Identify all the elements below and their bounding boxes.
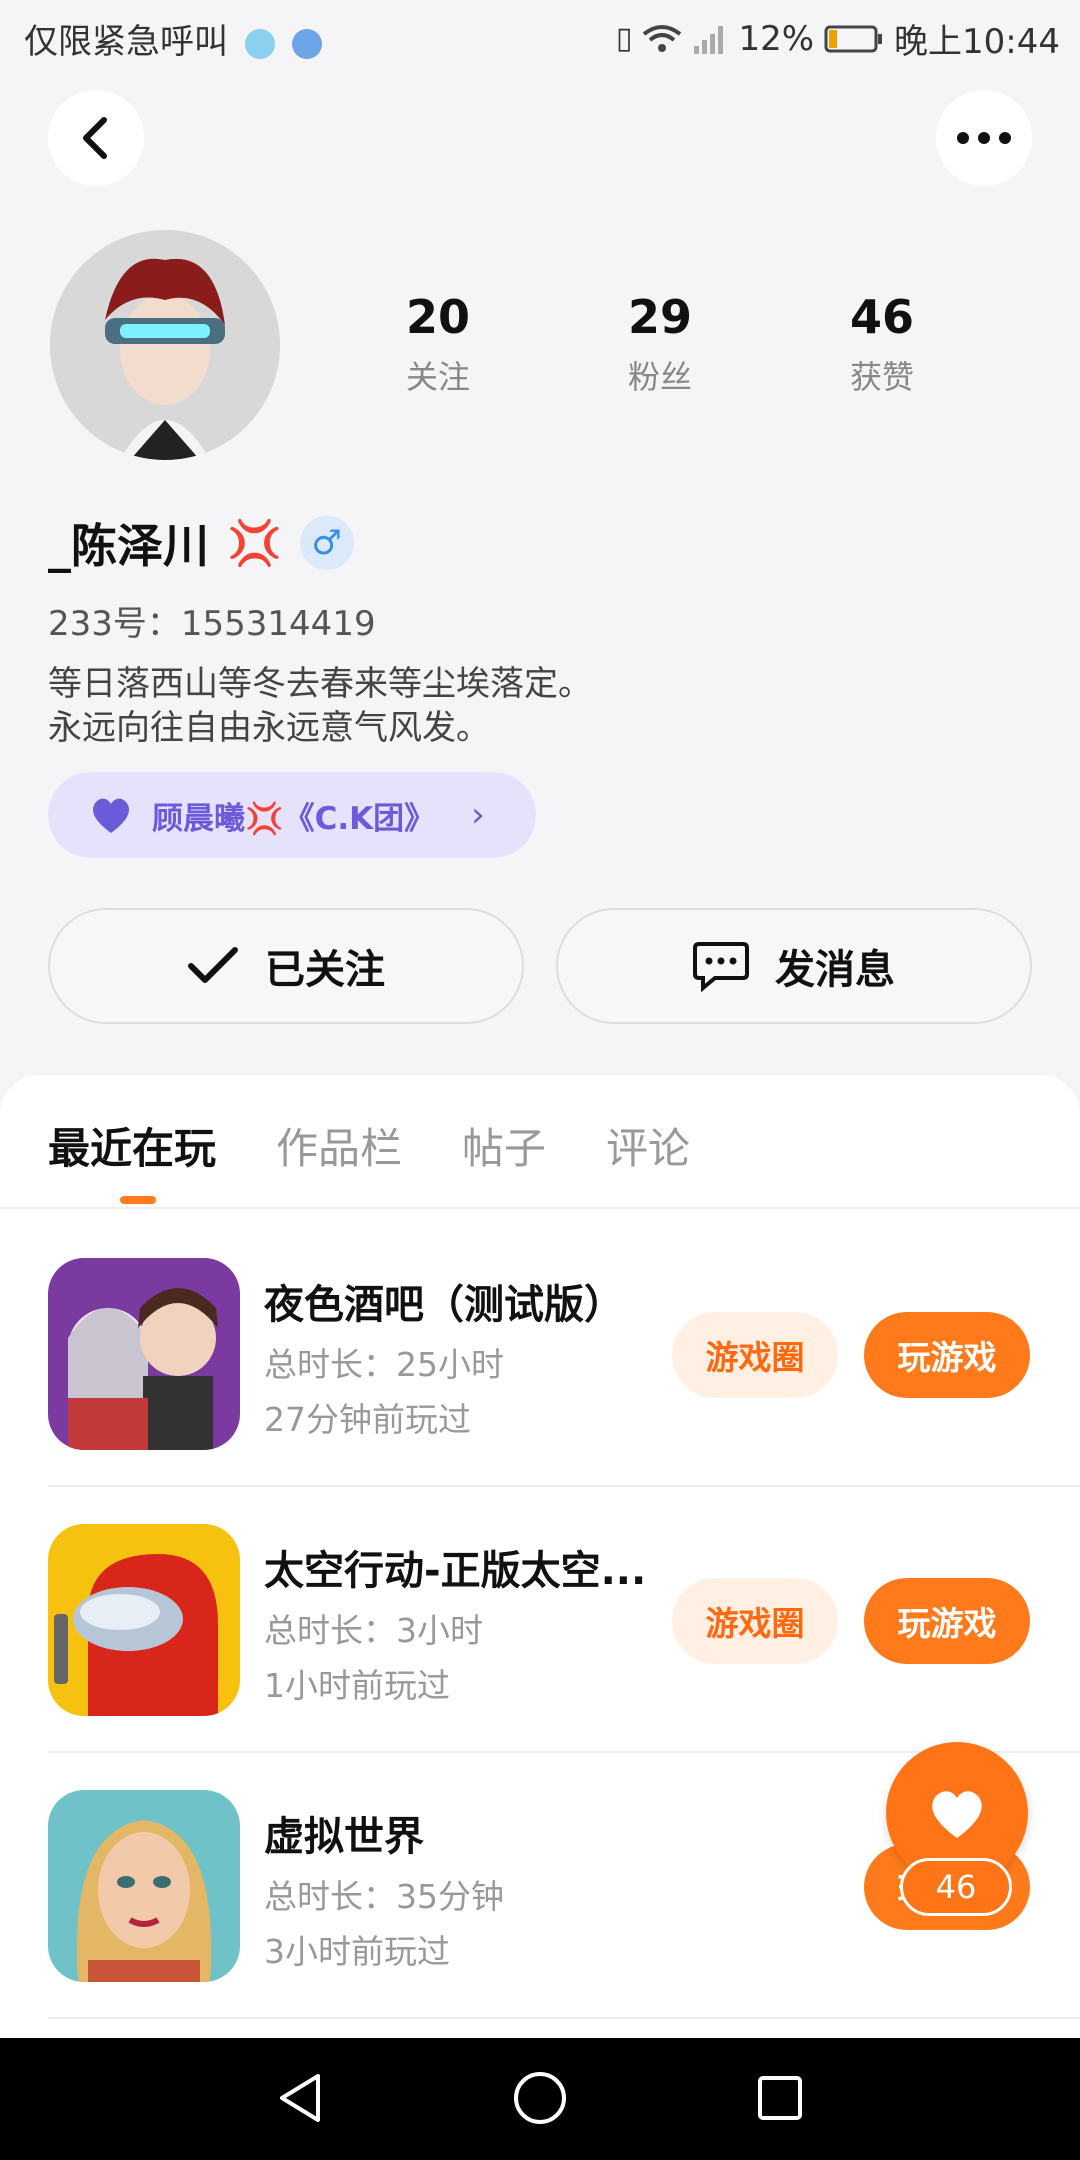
game-circle-button[interactable]: 游戏圈 <box>672 1578 838 1664</box>
battery-icon <box>824 25 883 52</box>
carrier-status: 仅限紧急呼叫 <box>24 14 322 63</box>
game-title: 夜色酒吧（测试版） <box>264 1282 624 1328</box>
browser-notification-icon <box>291 28 322 59</box>
play-game-button[interactable]: 玩游戏 <box>864 1312 1030 1398</box>
wifi-icon <box>643 24 682 52</box>
likes-label: 获赞 <box>849 358 914 396</box>
game-title: 虚拟世界 <box>264 1814 424 1860</box>
bio: 等日落西山等冬去春来等尘埃落定。 永远向往自由永远意气风发。 <box>48 662 592 750</box>
game-total-time: 总时长：25小时 <box>264 1345 504 1384</box>
app-notification-icon <box>244 28 275 59</box>
game-last-played: 1小时前玩过 <box>264 1666 450 1705</box>
back-triangle-icon[interactable] <box>272 2070 328 2126</box>
group-tag[interactable]: 顾晨曦💢《C.K团》 › <box>48 772 536 858</box>
red-crewmate-icon <box>48 1524 240 1716</box>
vibrate-icon: ▯ <box>615 21 633 56</box>
tab-recent-play[interactable]: 最近在玩 <box>48 1115 216 1176</box>
male-gender-icon: ♂ <box>299 516 354 570</box>
tab-bar: 最近在玩 作品栏 帖子 评论 <box>48 1115 690 1176</box>
tab-posts[interactable]: 帖子 <box>462 1115 546 1176</box>
tab-divider <box>0 1207 1080 1209</box>
like-count-badge: 46 <box>900 1858 1012 1916</box>
play-game-button[interactable]: 玩游戏 <box>864 1578 1030 1664</box>
system-status: ▯ 12% 晚上10:44 <box>616 14 1060 63</box>
following-count: 20 <box>405 290 470 344</box>
game-title: 太空行动-正版太空... <box>264 1548 647 1594</box>
user-id: 233号：155314419 <box>48 604 376 644</box>
status-bar: 仅限紧急呼叫 ▯ 12% 晚上10:44 <box>0 0 1080 72</box>
battery-percent: 12% <box>738 18 815 59</box>
blonde-avatar-icon <box>48 1790 240 1982</box>
tab-indicator <box>120 1196 156 1204</box>
game-circle-button[interactable]: 游戏圈 <box>672 1312 838 1398</box>
list-item[interactable]: 太空行动-正版太空... 总时长：3小时 1小时前玩过 游戏圈 玩游戏 <box>0 1476 1080 1742</box>
stat-likes[interactable]: 46 获赞 <box>792 290 972 398</box>
chat-bubble-icon <box>693 942 749 992</box>
followed-button[interactable]: 已关注 <box>48 908 524 1024</box>
group-tag-label: 顾晨曦💢《C.K团》 <box>152 800 436 837</box>
signal-icon <box>694 25 724 54</box>
likes-count: 46 <box>849 290 914 344</box>
avatar-image <box>50 230 280 460</box>
tab-comments[interactable]: 评论 <box>606 1115 690 1176</box>
game-last-played: 3小时前玩过 <box>264 1932 450 1971</box>
anger-emoji: 💢 <box>227 518 282 569</box>
followers-count: 29 <box>627 290 692 344</box>
heart-icon <box>932 1791 982 1838</box>
chevron-right-icon: › <box>471 795 485 835</box>
recents-square-icon[interactable] <box>752 2070 808 2126</box>
clock: 晚上10:44 <box>894 22 1060 62</box>
back-button[interactable] <box>48 90 144 186</box>
followed-label: 已关注 <box>265 947 385 993</box>
anime-couple-icon <box>48 1258 240 1450</box>
game-total-time: 总时长：35分钟 <box>264 1877 504 1916</box>
following-label: 关注 <box>405 358 470 396</box>
game-last-played: 27分钟前玩过 <box>264 1400 471 1439</box>
bio-line-2: 永远向往自由永远意气风发。 <box>48 708 490 748</box>
username: _陈泽川 <box>48 519 209 573</box>
stat-following[interactable]: 20 关注 <box>348 290 528 398</box>
list-item[interactable]: 夜色酒吧（测试版） 总时长：25小时 27分钟前玩过 游戏圈 玩游戏 <box>0 1210 1080 1476</box>
heart-icon <box>92 798 130 833</box>
system-nav-bar <box>0 2038 1080 2160</box>
message-button[interactable]: 发消息 <box>556 908 1032 1024</box>
message-label: 发消息 <box>775 947 895 993</box>
tab-works[interactable]: 作品栏 <box>276 1115 402 1176</box>
check-icon <box>188 947 238 983</box>
emergency-only-text: 仅限紧急呼叫 <box>24 22 228 62</box>
stat-followers[interactable]: 29 粉丝 <box>570 290 750 398</box>
name-row: _陈泽川 💢 ♂ <box>48 510 354 576</box>
avatar[interactable] <box>50 230 280 460</box>
divider <box>48 2017 1080 2019</box>
followers-label: 粉丝 <box>627 358 692 396</box>
game-total-time: 总时长：3小时 <box>264 1611 483 1650</box>
chevron-left-icon <box>83 117 107 159</box>
home-circle-icon[interactable] <box>510 2068 570 2128</box>
more-dots-icon <box>957 132 1011 144</box>
bio-line-1: 等日落西山等冬去春来等尘埃落定。 <box>48 664 592 704</box>
more-button[interactable] <box>936 90 1032 186</box>
